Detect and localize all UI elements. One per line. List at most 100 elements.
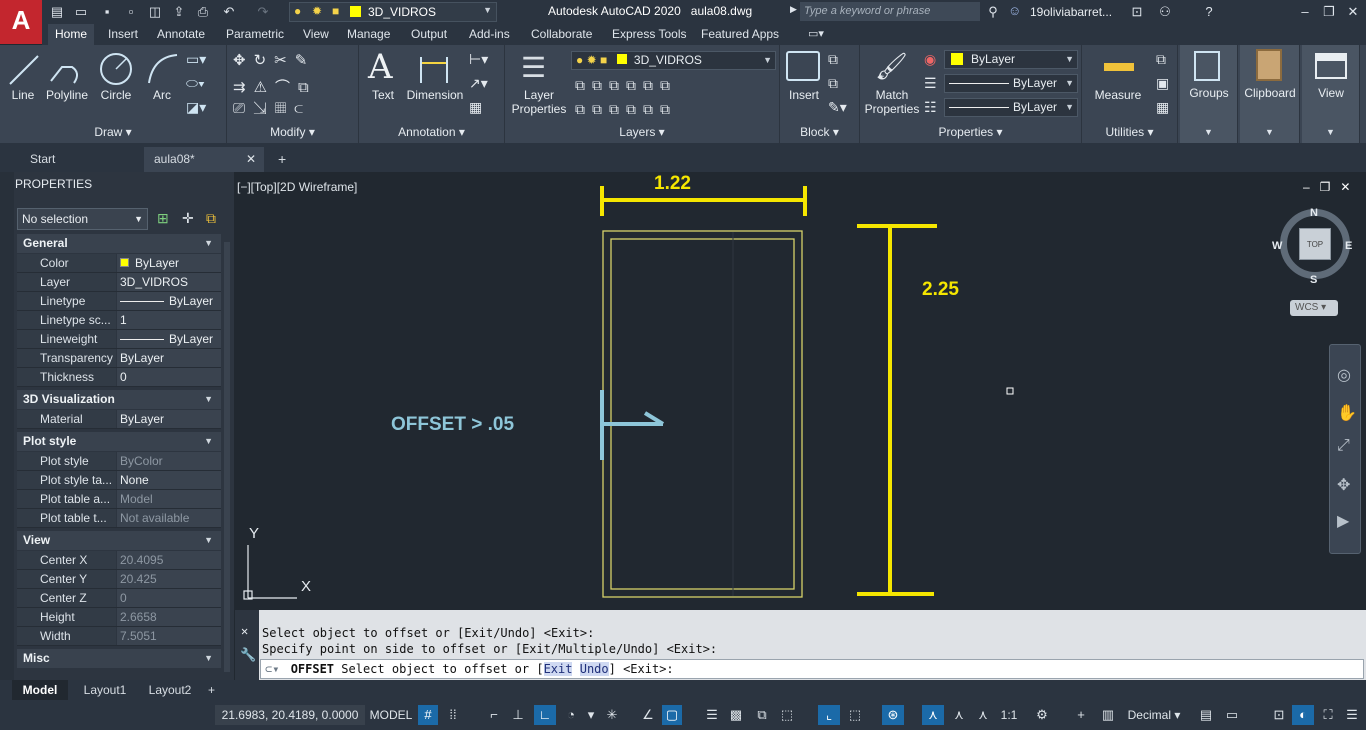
prop-row-height[interactable]: Height 2.6658 xyxy=(17,608,221,627)
customization-icon[interactable]: ☰ xyxy=(1342,705,1362,725)
create-block-icon[interactable]: ⧉ xyxy=(828,51,838,68)
viewcube-east[interactable]: E xyxy=(1345,240,1352,252)
annotation-visibility-icon[interactable]: ⋏ xyxy=(922,705,944,725)
prop-row-layer[interactable]: Layer 3D_VIDROS xyxy=(17,273,221,292)
drawing-area[interactable]: [−][Top][2D Wireframe] –❐✕ 1.22 2.25 OFF… xyxy=(235,172,1366,610)
selection-cycling-icon[interactable]: ⧉ xyxy=(752,705,772,725)
autodesk-360-icon[interactable]: ⚇ xyxy=(1156,3,1174,21)
dimension-button[interactable]: Dimension xyxy=(403,88,467,102)
start-tab[interactable]: Start xyxy=(20,147,142,172)
linetype-dropdown[interactable]: ByLayer ▼ xyxy=(944,74,1078,93)
binoculars-icon[interactable]: ⚲ xyxy=(984,3,1002,21)
close-window-icon[interactable]: ✕ xyxy=(1344,3,1362,21)
new-layout-icon[interactable]: + xyxy=(208,680,215,700)
lineweight-dropdown[interactable]: ByLayer ▼ xyxy=(944,98,1078,117)
select-objects-icon[interactable]: ✛ xyxy=(182,210,194,227)
match-properties-button[interactable]: Match Properties xyxy=(862,88,922,116)
dynamic-input-icon[interactable]: ⊥ xyxy=(508,705,528,725)
open-file-icon[interactable]: ▭ xyxy=(72,3,90,21)
isolate-objects-icon[interactable]: ⊡ xyxy=(1268,705,1290,725)
toggle-pickadd-icon[interactable]: ⊞ xyxy=(157,210,169,227)
ortho-icon[interactable]: ∟ xyxy=(534,705,556,725)
viewcube-north[interactable]: N xyxy=(1310,207,1318,219)
tab-collaborate[interactable]: Collaborate xyxy=(524,24,599,45)
showmotion-icon[interactable]: ▶ xyxy=(1337,511,1349,531)
coordinates-readout[interactable]: 21.6983, 20.4189, 0.0000 xyxy=(215,705,365,725)
modify-tools-row1[interactable]: ✥↻✂✎ xyxy=(233,51,315,69)
restore-window-icon[interactable]: ❐ xyxy=(1320,3,1338,21)
orbit-icon[interactable]: ✥ xyxy=(1337,475,1350,495)
close-command-icon[interactable]: ✕ xyxy=(241,624,248,638)
hardware-acceleration-icon[interactable]: ◐ xyxy=(1292,705,1314,725)
tab-featured-apps[interactable]: Featured Apps xyxy=(694,24,786,45)
annotation-panel-title[interactable]: Annotation ▾ xyxy=(359,125,504,141)
minimize-window-icon[interactable]: – xyxy=(1296,3,1314,21)
application-menu-button[interactable]: A xyxy=(0,0,42,44)
measure-button[interactable]: Measure xyxy=(1088,88,1148,102)
tab-express-tools[interactable]: Express Tools xyxy=(605,24,693,45)
units-dropdown[interactable]: Decimal ▾ xyxy=(1120,705,1188,725)
prop-row-center-z[interactable]: Center Z0 xyxy=(17,589,221,608)
prop-row-color[interactable]: Color ByLayer xyxy=(17,254,221,273)
groups-panel[interactable]: Groups ▼ xyxy=(1180,45,1238,143)
lineweight-toggle-icon[interactable]: ☰ xyxy=(702,705,722,725)
layers-panel-title[interactable]: Layers ▾ xyxy=(505,125,779,141)
prop-row-thickness[interactable]: Thickness 0 xyxy=(17,368,221,387)
properties-panel-title[interactable]: Properties ▾ xyxy=(860,125,1081,141)
isodraft-icon[interactable]: ✳ xyxy=(602,705,622,725)
prop-row-linetype[interactable]: Linetype ByLayer xyxy=(17,292,221,311)
tab-insert[interactable]: Insert xyxy=(101,24,145,45)
prop-row-width[interactable]: Width 7.5051 xyxy=(17,627,221,646)
user-name[interactable]: 19oliviabarret... xyxy=(1030,5,1112,19)
block-attributes-icon[interactable]: ✎▾ xyxy=(828,99,847,116)
dynamic-ucs-icon[interactable]: ⌞ xyxy=(818,705,840,725)
steering-wheel-icon[interactable]: ◎ xyxy=(1337,365,1351,385)
annotation-scale-icon[interactable]: ⋏ xyxy=(972,705,994,725)
block-panel-title[interactable]: Block ▾ xyxy=(780,125,859,141)
save-web-icon[interactable]: ⇪ xyxy=(170,3,188,21)
utilities-panel-title[interactable]: Utilities ▾ xyxy=(1082,125,1177,141)
open-web-icon[interactable]: ◫ xyxy=(146,3,164,21)
grid-icon[interactable]: # xyxy=(418,705,438,725)
help-icon[interactable]: ? xyxy=(1200,3,1218,21)
selection-filter-icon[interactable]: ⬚ xyxy=(844,705,866,725)
tab-add-ins[interactable]: Add-ins xyxy=(462,24,517,45)
view-button[interactable]: View xyxy=(1302,86,1360,100)
prop-row-transparency[interactable]: Transparency ByLayer xyxy=(17,349,221,368)
annotation-monitor-icon[interactable]: + xyxy=(1070,705,1092,725)
save-as-icon[interactable]: ▫ xyxy=(122,3,140,21)
leader-icon[interactable]: ↗▾ xyxy=(469,75,488,92)
object-snap-icon[interactable]: ▢ xyxy=(662,705,682,725)
command-window-grip[interactable]: ✕ 🔧 xyxy=(235,610,259,680)
infer-constraints-icon[interactable]: ⌐ xyxy=(484,705,504,725)
polar-dropdown-icon[interactable]: ▾ xyxy=(584,705,598,725)
linear-dim-icon[interactable]: ⊢▾ xyxy=(469,51,488,68)
quick-layer-dropdown[interactable]: ● ✹ ■ 3D_VIDROS ▼ xyxy=(289,2,497,22)
groups-button[interactable]: Groups xyxy=(1180,86,1238,100)
prop-row-linetype-scale[interactable]: Linetype sc... 1 xyxy=(17,311,221,330)
region-icon[interactable]: ◪▾ xyxy=(186,99,206,116)
clipboard-panel[interactable]: Clipboard ▼ xyxy=(1240,45,1300,143)
layer-tools-row1[interactable]: ⧉⧉⧉⧉⧉⧉ xyxy=(575,77,677,94)
tab-parametric[interactable]: Parametric xyxy=(219,24,291,45)
palette-grip[interactable] xyxy=(0,172,14,680)
rectangle-icon[interactable]: ▭▾ xyxy=(186,51,206,68)
line-button[interactable]: Line xyxy=(6,88,40,102)
redo-icon[interactable]: ↷ xyxy=(254,3,272,21)
section-general[interactable]: General ▼ xyxy=(17,234,221,253)
save-icon[interactable]: ▪ xyxy=(98,3,116,21)
option-undo[interactable]: Undo xyxy=(579,662,609,676)
edit-block-icon[interactable]: ⧉ xyxy=(828,75,838,92)
selection-dropdown[interactable]: No selection ▼ xyxy=(17,208,148,230)
gizmo-icon[interactable]: ⊛ xyxy=(882,705,904,725)
select-all-icon[interactable]: ▣ xyxy=(1156,75,1169,92)
lock-ui-icon[interactable]: ▭ xyxy=(1222,705,1242,725)
3d-osnap-icon[interactable]: ⬚ xyxy=(776,705,798,725)
circle-button[interactable]: Circle xyxy=(96,88,136,102)
prop-row-center-x[interactable]: Center X 20.4095 xyxy=(17,551,221,570)
clipboard-button[interactable]: Clipboard xyxy=(1240,86,1300,100)
arc-button[interactable]: Arc xyxy=(145,88,179,102)
new-tab-icon[interactable]: + xyxy=(278,151,286,167)
snap-icon[interactable]: ⁞⁞ xyxy=(442,705,464,725)
tab-annotate[interactable]: Annotate xyxy=(150,24,212,45)
